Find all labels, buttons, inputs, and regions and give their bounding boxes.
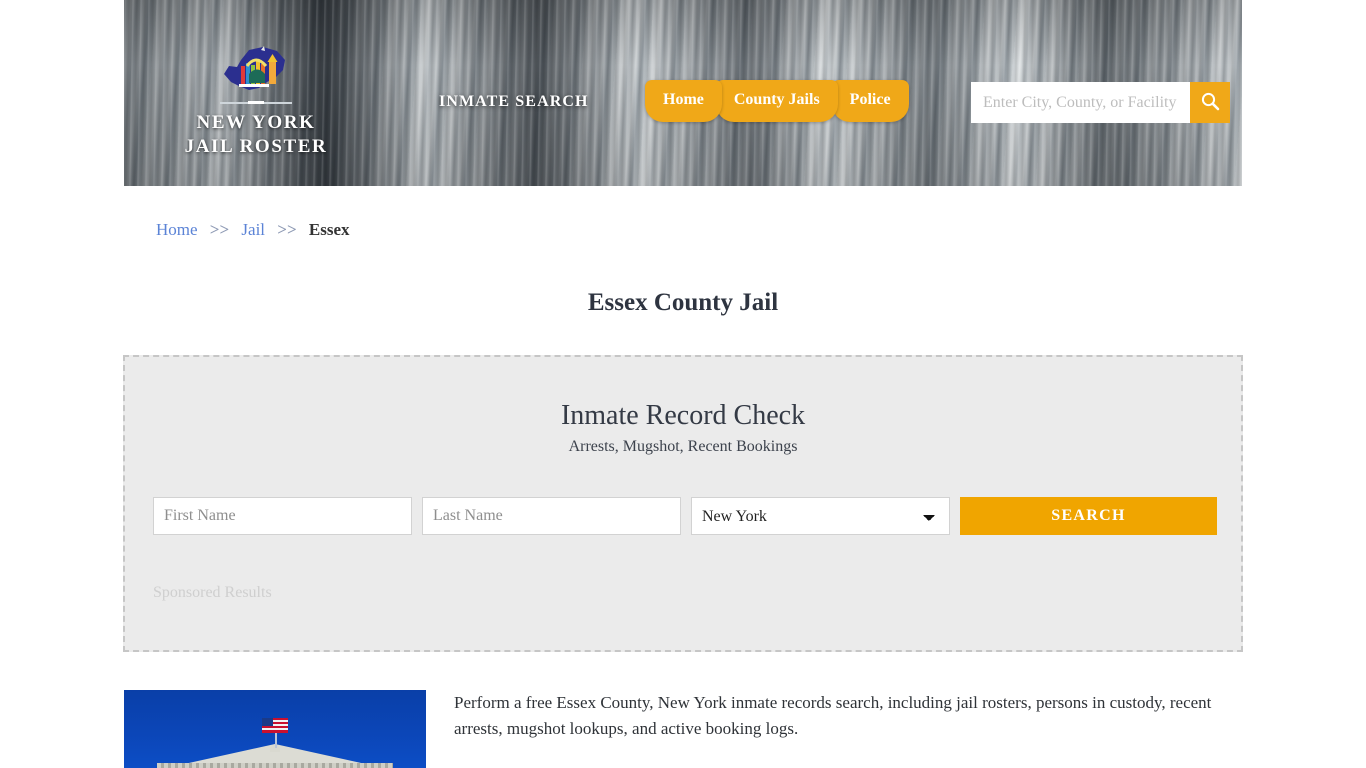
logo-divider: [220, 102, 292, 104]
page-root: NEW YORK JAIL ROSTER INMATE SEARCH Home …: [0, 0, 1366, 768]
breadcrumb-jail[interactable]: Jail: [241, 220, 265, 239]
state-select[interactable]: New York: [691, 497, 950, 535]
header-search-input[interactable]: [971, 82, 1190, 123]
content-section: Perform a free Essex County, New York in…: [124, 690, 1243, 768]
header-search-button[interactable]: [1190, 82, 1230, 123]
breadcrumb-current: Essex: [308, 220, 350, 239]
nav-item-home[interactable]: Home: [645, 80, 722, 122]
breadcrumb-separator-2: >>: [277, 220, 297, 239]
panel-title: Inmate Record Check: [560, 400, 806, 431]
page-title: Essex County Jail: [587, 288, 779, 316]
breadcrumb-home[interactable]: Home: [156, 220, 198, 239]
last-name-input[interactable]: [422, 497, 681, 535]
breadcrumb-separator-1: >>: [209, 220, 230, 239]
american-flag-icon: [262, 718, 288, 738]
first-name-input[interactable]: [153, 497, 412, 535]
sponsored-results-label: Sponsored Results: [153, 584, 272, 601]
site-header: NEW YORK JAIL ROSTER INMATE SEARCH Home …: [124, 0, 1242, 186]
courthouse-photo: [124, 690, 426, 768]
inmate-search-form: New York SEARCH: [153, 497, 1217, 535]
nav-item-county-jails[interactable]: County Jails: [715, 80, 838, 122]
panel-subtitle: Arrests, Mugshot, Recent Bookings: [568, 438, 798, 455]
header-search: [971, 82, 1230, 123]
logo-line-2: JAIL ROSTER: [184, 136, 328, 158]
breadcrumb: Home >> Jail >> Essex: [156, 220, 350, 240]
inmate-record-check-panel: Inmate Record Check Arrests, Mugshot, Re…: [123, 355, 1243, 652]
courthouse-cornice: [157, 763, 393, 768]
main-navigation: Home County Jails Police: [645, 80, 909, 122]
search-button[interactable]: SEARCH: [960, 497, 1217, 535]
search-icon: [1200, 91, 1220, 114]
nav-item-police[interactable]: Police: [831, 80, 909, 122]
header-tagline: INMATE SEARCH: [439, 93, 589, 110]
site-logo[interactable]: NEW YORK JAIL ROSTER: [156, 44, 356, 160]
new-york-state-icon: [219, 44, 293, 96]
logo-line-1: NEW YORK: [196, 112, 316, 133]
intro-paragraph: Perform a free Essex County, New York in…: [454, 693, 1212, 738]
